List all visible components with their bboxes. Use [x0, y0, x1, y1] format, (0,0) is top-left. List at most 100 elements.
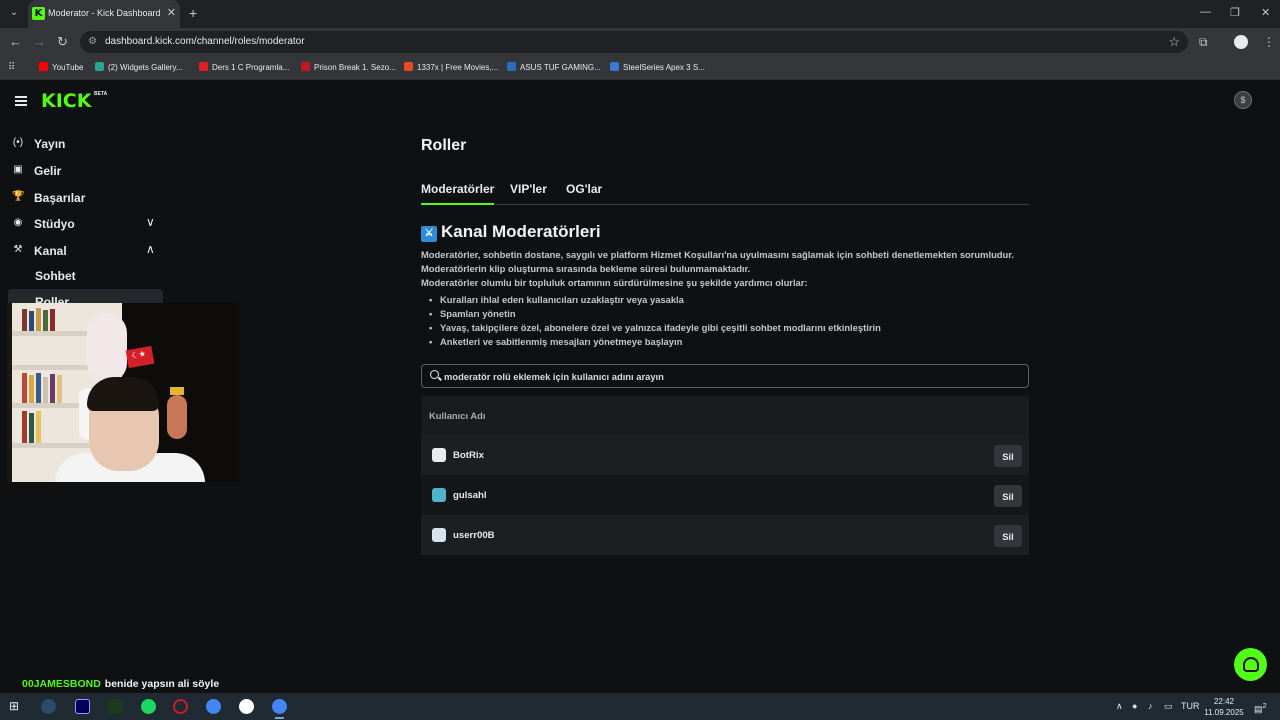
username[interactable]: BotRix	[453, 450, 484, 461]
site-icon	[301, 62, 310, 71]
broadcast-icon: (•)	[12, 137, 24, 148]
sidebar-item-studyo[interactable]: ◉ Stüdyo ∨	[12, 214, 170, 234]
spotify-icon[interactable]	[141, 699, 156, 714]
restore-icon[interactable]: ❐	[1230, 6, 1240, 19]
language-indicator[interactable]: TUR	[1181, 701, 1200, 711]
webcam-overlay	[7, 303, 239, 482]
network-icon[interactable]: ▭	[1164, 701, 1173, 712]
new-tab-icon[interactable]: +	[189, 5, 197, 21]
reload-icon[interactable]: ↻	[57, 34, 68, 50]
tab-search-icon[interactable]: ⌄	[6, 5, 22, 21]
remove-button[interactable]: Sil	[994, 485, 1022, 507]
table-row: gulsahl Sil	[421, 475, 1029, 515]
steam-icon[interactable]	[41, 699, 56, 714]
bookmark-1337x[interactable]: 1337x | Free Movies,...	[404, 62, 498, 72]
avatar	[432, 448, 446, 462]
tab-title: Moderator - Kick Dashboard	[48, 8, 161, 18]
table-row: BotRix Sil	[421, 435, 1029, 475]
page-title: Roller	[421, 137, 467, 154]
notification-center-icon[interactable]: ▤2	[1254, 701, 1267, 715]
bookmark-widgets[interactable]: (2) Widgets Gallery...	[95, 62, 183, 72]
minimize-icon[interactable]: —	[1200, 6, 1211, 18]
kick-favicon-icon: K	[32, 7, 45, 20]
sidebar-item-label: Gelir	[34, 164, 62, 178]
remove-button[interactable]: Sil	[994, 525, 1022, 547]
sidebar-item-label: Kanal	[34, 244, 67, 258]
trophy-icon: 🏆	[12, 191, 25, 202]
obs-icon[interactable]	[239, 699, 254, 714]
sidebar-subitem-roller[interactable]: Roller	[8, 289, 163, 303]
avatar	[432, 488, 446, 502]
bookmarks-bar: ⠿ YouTube (2) Widgets Gallery... Ders 1 …	[0, 56, 1280, 80]
description-line: Moderatörler, sohbetin dostane, saygılı …	[421, 249, 1014, 260]
url-bar[interactable]: ⚙ dashboard.kick.com/channel/roles/moder…	[80, 31, 1188, 53]
chat-overlay-message: 00JAMESBOND benide yapsın ali söyle	[22, 678, 219, 690]
support-chat-icon[interactable]	[1234, 648, 1267, 681]
channel-icon: ⚒	[13, 244, 23, 255]
sidebar-item-label: Başarılar	[34, 191, 86, 205]
chrome-icon[interactable]	[206, 699, 221, 714]
clock-time: 22:42	[1213, 697, 1235, 706]
bookmark-asus[interactable]: ASUS TUF GAMING...	[507, 62, 601, 72]
browser-tab[interactable]: K Moderator - Kick Dashboard ✕	[28, 0, 180, 28]
sidebar-item-basarilar[interactable]: 🏆 Başarılar	[12, 188, 170, 208]
site-icon	[404, 62, 413, 71]
menu-icon[interactable]	[15, 96, 27, 106]
apps-grid-icon[interactable]: ⠿	[8, 62, 15, 73]
bookmark-steelseries[interactable]: SteelSeries Apex 3 S...	[610, 62, 705, 72]
kick-logo[interactable]: KICK	[41, 90, 91, 112]
tab-moderatorler[interactable]: Moderatörler	[421, 182, 495, 205]
tab-vipler[interactable]: VIP'ler	[510, 182, 547, 196]
chat-username: 00JAMESBOND	[22, 678, 101, 690]
moderator-search[interactable]	[421, 364, 1029, 388]
nvidia-icon[interactable]	[108, 699, 123, 714]
bookmark-star-icon[interactable]: ☆	[1168, 34, 1180, 50]
profile-avatar[interactable]	[1234, 35, 1248, 49]
sidebar-item-kanal[interactable]: ⚒ Kanal ∧	[12, 241, 170, 261]
list-item: Spamları yönetin	[429, 308, 515, 319]
bookmark-ders[interactable]: Ders 1 C Programla...	[199, 62, 289, 72]
sword-icon: ⚔	[421, 226, 437, 242]
search-icon	[430, 370, 439, 379]
search-input[interactable]	[444, 369, 1004, 384]
clock[interactable]: 22:42 11.09.2025	[1200, 696, 1248, 718]
close-window-icon[interactable]: ✕	[1261, 6, 1270, 19]
beta-badge: BETA	[94, 91, 108, 97]
username[interactable]: userr00B	[453, 530, 495, 541]
tab-oglar[interactable]: OG'lar	[566, 182, 602, 196]
sidebar-subitem-sohbet[interactable]: Sohbet	[35, 269, 76, 283]
back-icon[interactable]: ←	[9, 34, 22, 49]
table-header: Kullanıcı Adı	[421, 396, 1029, 435]
opera-icon[interactable]	[173, 699, 188, 714]
table-row: userr00B Sil	[421, 515, 1029, 555]
list-item: Kuralları ihlal eden kullanıcıları uzakl…	[429, 294, 684, 305]
site-info-icon[interactable]: ⚙	[88, 36, 97, 47]
chrome-active-icon[interactable]	[272, 699, 287, 719]
extensions-icon[interactable]: ⧉	[1199, 35, 1208, 50]
list-item: Yavaş, takipçilere özel, abonelere özel …	[429, 322, 881, 333]
sidebar-item-yayin[interactable]: (•) Yayın	[12, 134, 170, 154]
sidebar-item-label: Stüdyo	[34, 217, 75, 231]
bookmark-prison-break[interactable]: Prison Break 1. Sezo...	[301, 62, 396, 72]
username[interactable]: gulsahl	[453, 490, 487, 501]
chevron-down-icon[interactable]: ∨	[146, 215, 155, 229]
list-item: Anketleri ve sabitlenmiş mesajları yönet…	[429, 336, 682, 347]
sidebar-item-gelir[interactable]: ▣ Gelir	[12, 161, 170, 181]
forward-icon[interactable]: →	[33, 34, 46, 49]
remove-button[interactable]: Sil	[994, 445, 1022, 467]
premiere-icon[interactable]	[75, 699, 90, 714]
chevron-up-icon[interactable]: ∧	[146, 242, 155, 256]
windows-start-icon[interactable]: ⊞	[9, 699, 24, 714]
browser-menu-icon[interactable]: ⋮	[1263, 35, 1275, 49]
volume-icon[interactable]: ♪	[1148, 701, 1153, 711]
user-avatar[interactable]: $	[1234, 91, 1252, 109]
bookmark-youtube[interactable]: YouTube	[39, 62, 83, 72]
section-title: ⚔ Kanal Moderatörleri	[421, 222, 601, 242]
clock-date: 11.09.2025	[1204, 708, 1244, 717]
close-tab-icon[interactable]: ✕	[167, 6, 176, 19]
microphone-icon[interactable]: ●	[1132, 701, 1137, 711]
chat-message: benide yapsın ali söyle	[104, 678, 220, 690]
avatar	[432, 528, 446, 542]
tray-chevron-icon[interactable]: ∧	[1116, 701, 1123, 712]
url-text[interactable]: dashboard.kick.com/channel/roles/moderat…	[105, 36, 305, 47]
